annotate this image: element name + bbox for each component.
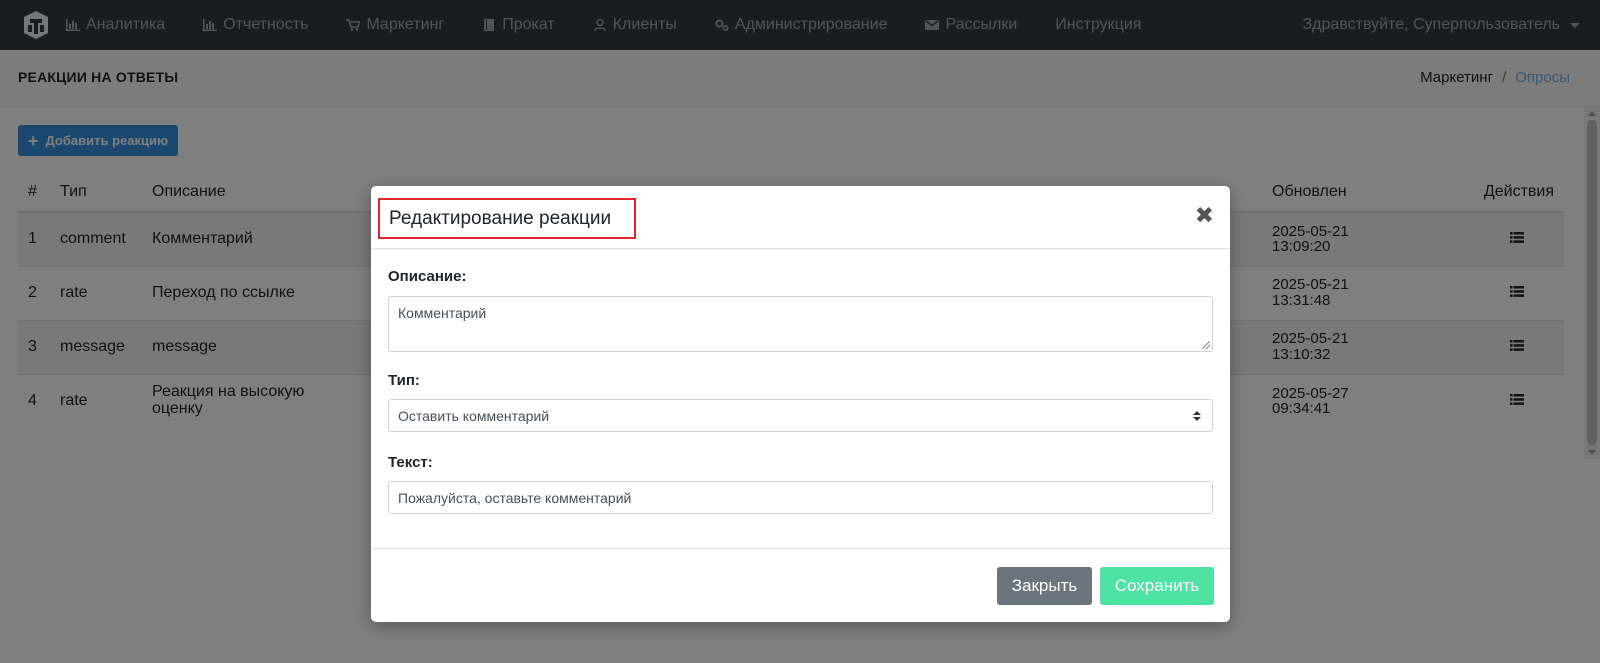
save-button[interactable]: Сохранить — [1100, 567, 1214, 605]
type-select[interactable]: Оставить комментарий — [388, 399, 1213, 432]
modal-title: Редактирование реакции — [378, 198, 636, 239]
description-textarea[interactable]: Комментарий — [388, 296, 1213, 352]
description-value: Комментарий — [398, 305, 487, 321]
close-icon[interactable]: ✖ — [1195, 204, 1214, 227]
modal-footer: Закрыть Сохранить — [371, 548, 1230, 622]
edit-reaction-modal: Редактирование реакции ✖ Описание: Комме… — [371, 186, 1230, 622]
select-arrows-icon — [1193, 411, 1201, 421]
text-input[interactable]: Пожалуйста, оставьте комментарий — [388, 481, 1213, 514]
text-input-value: Пожалуйста, оставьте комментарий — [398, 489, 632, 506]
modal-header: Редактирование реакции ✖ — [371, 186, 1230, 249]
description-label: Описание: — [388, 268, 467, 285]
type-select-value: Оставить комментарий — [398, 407, 550, 424]
text-label: Текст: — [388, 454, 433, 471]
resize-handle-icon[interactable] — [1202, 341, 1210, 349]
close-button[interactable]: Закрыть — [997, 567, 1092, 605]
type-label: Тип: — [388, 372, 420, 389]
